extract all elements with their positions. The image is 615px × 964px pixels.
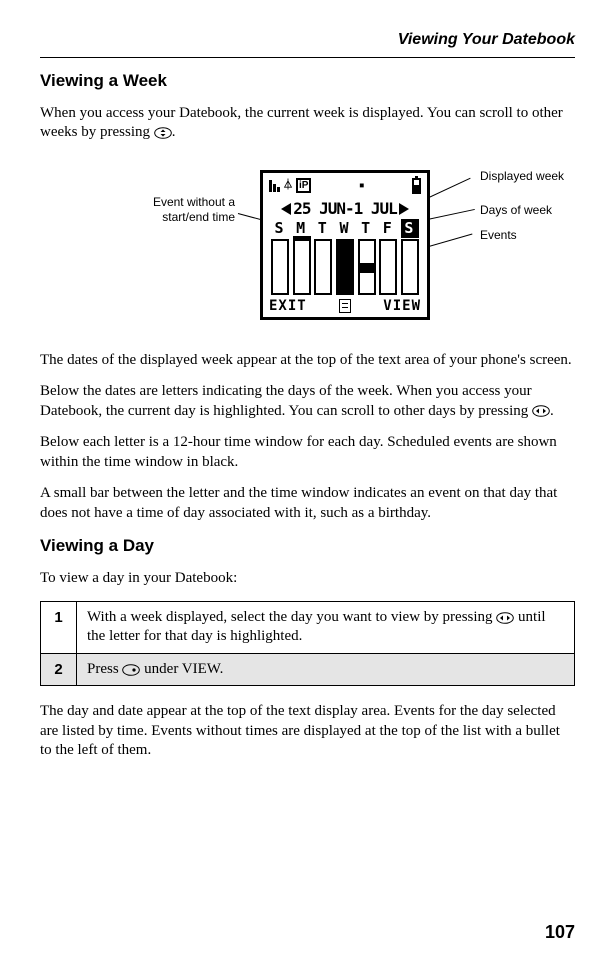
text: . — [172, 124, 176, 140]
para-dates-top: The dates of the displayed week appear a… — [40, 351, 575, 371]
para-day-result: The day and date appear at the top of th… — [40, 702, 575, 761]
week-view-figure: Event without a start/end time Displayed… — [40, 155, 575, 335]
date-text: 25 JUN-1 JUL — [293, 199, 397, 218]
steps-table: 1 With a week displayed, select the day … — [40, 601, 575, 687]
softkey-exit: EXIT — [269, 297, 307, 315]
softkey-view: VIEW — [383, 297, 421, 315]
phone-screen: ⏃ iP ▪ 25 JUN-1 JUL S M T W T F S — [260, 170, 430, 320]
status-bar: ⏃ iP ▪ — [269, 177, 421, 195]
text: When you access your Datebook, the curre… — [40, 105, 563, 141]
ip-indicator: iP — [296, 178, 311, 193]
col-sun — [271, 239, 289, 295]
text: . — [550, 403, 554, 419]
heading-viewing-week: Viewing a Week — [40, 70, 575, 92]
arrow-right-icon — [399, 203, 409, 215]
callout-event-no-time: Event without a start/end time — [115, 195, 235, 226]
col-thu — [358, 239, 376, 295]
day-tue: T — [314, 219, 332, 239]
heading-viewing-day: Viewing a Day — [40, 535, 575, 557]
text: Below the dates are letters indicating t… — [40, 383, 532, 419]
battery-icon — [412, 178, 421, 194]
col-fri — [379, 239, 397, 295]
day-sat-highlighted: S — [401, 219, 419, 239]
col-wed — [336, 239, 354, 295]
header-rule — [40, 57, 575, 58]
signal-icon — [269, 180, 280, 192]
step-number: 2 — [41, 653, 77, 686]
step-text: With a week displayed, select the day yo… — [77, 601, 575, 653]
text: under VIEW. — [140, 661, 223, 677]
day-thu: T — [358, 219, 376, 239]
step-number: 1 — [41, 601, 77, 653]
menu-icon — [339, 299, 351, 313]
day-sun: S — [271, 219, 289, 239]
small-icon: ▪ — [359, 179, 365, 192]
page-number: 107 — [545, 921, 575, 944]
arrow-left-icon — [281, 203, 291, 215]
nav-left-right-icon — [496, 612, 514, 624]
softkey-b-icon — [122, 664, 140, 676]
step-row-1: 1 With a week displayed, select the day … — [41, 601, 575, 653]
antenna-icon: ⏃ — [283, 179, 293, 192]
event-block — [338, 241, 352, 293]
step-text: Press under VIEW. — [77, 653, 575, 686]
nav-left-right-icon — [532, 405, 550, 417]
running-header: Viewing Your Datebook — [40, 30, 575, 51]
col-tue — [314, 239, 332, 295]
time-columns — [271, 239, 419, 295]
callout-displayed-week: Displayed week — [480, 169, 564, 185]
para-day-intro: To view a day in your Datebook: — [40, 569, 575, 589]
text: Press — [87, 661, 122, 677]
softkey-row: EXIT VIEW — [269, 297, 421, 315]
day-wed: W — [336, 219, 354, 239]
callout-days-of-week: Days of week — [480, 203, 552, 219]
step-row-2: 2 Press under VIEW. — [41, 653, 575, 686]
text: With a week displayed, select the day yo… — [87, 609, 496, 625]
callout-events: Events — [480, 228, 517, 244]
nav-up-down-icon — [154, 127, 172, 139]
date-range: 25 JUN-1 JUL — [263, 199, 427, 220]
col-mon — [293, 239, 311, 295]
para-small-bar: A small bar between the letter and the t… — [40, 484, 575, 523]
col-sat — [401, 239, 419, 295]
para-intro-week: When you access your Datebook, the curre… — [40, 104, 575, 143]
para-day-letters: Below the dates are letters indicating t… — [40, 382, 575, 421]
event-block — [360, 263, 374, 273]
day-fri: F — [379, 219, 397, 239]
para-time-window: Below each letter is a 12-hour time wind… — [40, 433, 575, 472]
